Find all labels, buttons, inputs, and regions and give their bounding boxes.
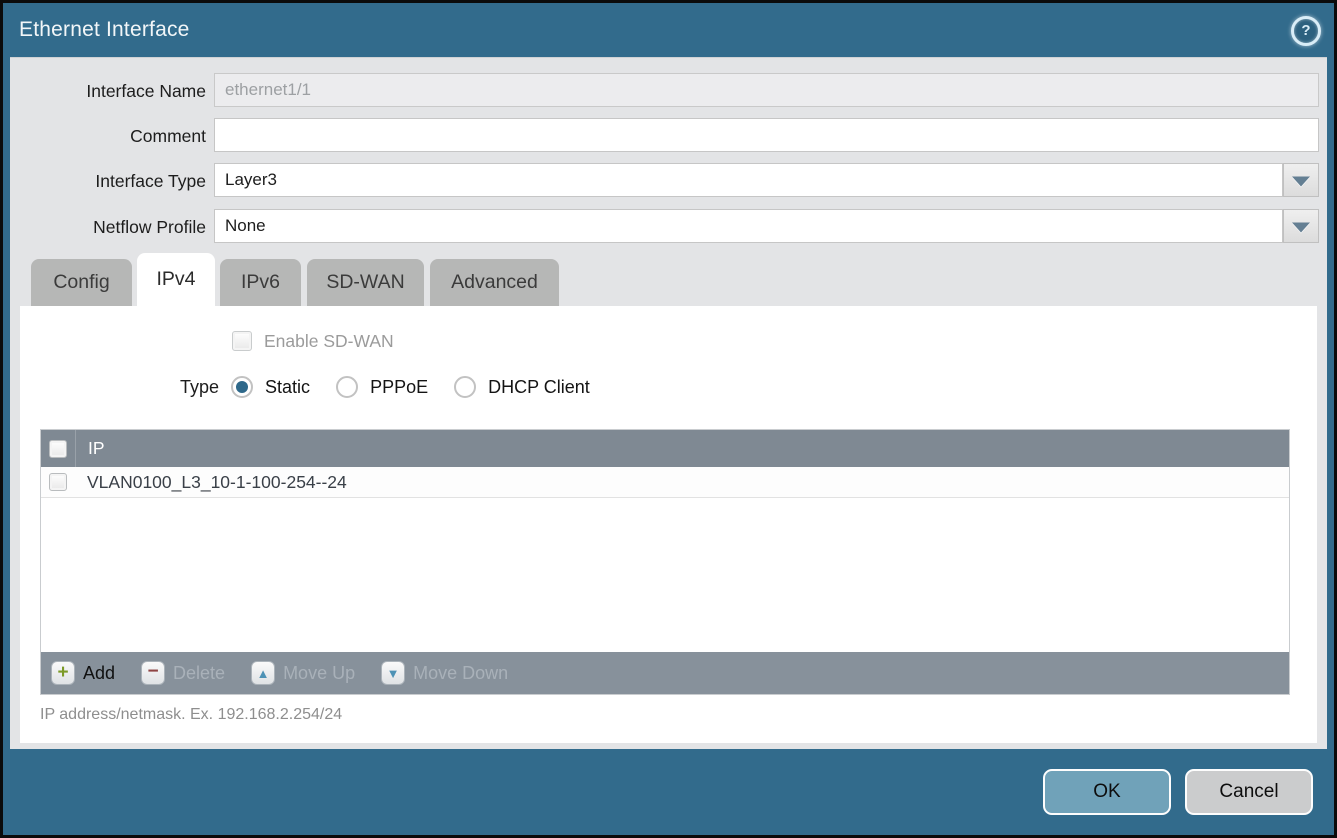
tab-advanced[interactable]: Advanced xyxy=(430,259,559,306)
ethernet-interface-dialog: Ethernet Interface ? Interface Name Comm… xyxy=(0,0,1337,838)
netflow-profile-select[interactable] xyxy=(214,209,1283,243)
interface-name-label: Interface Name xyxy=(10,73,206,109)
help-icon[interactable]: ? xyxy=(1291,16,1321,46)
enable-sdwan-checkbox[interactable] xyxy=(232,331,252,351)
radio-static[interactable] xyxy=(231,376,253,398)
table-row[interactable]: VLAN0100_L3_10-1-100-254--24 xyxy=(41,467,1289,498)
cancel-button[interactable]: Cancel xyxy=(1185,769,1313,815)
select-all-checkbox[interactable] xyxy=(49,440,67,458)
interface-type-row: Interface Type xyxy=(10,163,1319,199)
radio-pppoe[interactable] xyxy=(336,376,358,398)
interface-type-select[interactable] xyxy=(214,163,1283,197)
interface-type-dropdown-button[interactable] xyxy=(1283,163,1319,197)
radio-pppoe-label: PPPoE xyxy=(370,377,428,398)
tab-config[interactable]: Config xyxy=(31,259,132,306)
ip-row-value: VLAN0100_L3_10-1-100-254--24 xyxy=(75,472,347,493)
move-down-button[interactable]: ▼ Move Down xyxy=(381,661,508,685)
tab-ipv4[interactable]: IPv4 xyxy=(137,253,215,311)
interface-type-label: Interface Type xyxy=(10,163,206,199)
dialog-footer: OK Cancel xyxy=(3,749,1334,835)
type-label: Type xyxy=(180,377,219,398)
chevron-down-icon xyxy=(1292,223,1310,233)
radio-dhcp-client-label: DHCP Client xyxy=(488,377,590,398)
interface-name-field xyxy=(214,73,1319,107)
add-icon: + xyxy=(51,661,75,685)
delete-icon: − xyxy=(141,661,165,685)
delete-button[interactable]: − Delete xyxy=(141,661,225,685)
type-radio-group: Type Static PPPoE DHCP Client xyxy=(180,372,590,402)
ip-format-hint: IP address/netmask. Ex. 192.168.2.254/24 xyxy=(40,706,342,724)
comment-row: Comment xyxy=(10,118,1319,154)
netflow-profile-dropdown-button[interactable] xyxy=(1283,209,1319,243)
ip-address-table: IP VLAN0100_L3_10-1-100-254--24 + Add xyxy=(40,429,1290,695)
ip-table-body: VLAN0100_L3_10-1-100-254--24 xyxy=(41,467,1289,652)
row-checkbox[interactable] xyxy=(49,473,67,491)
radio-static-label: Static xyxy=(265,377,310,398)
enable-sdwan-label: Enable SD-WAN xyxy=(264,331,394,352)
enable-sdwan-row: Enable SD-WAN xyxy=(232,328,394,354)
move-up-icon: ▲ xyxy=(251,661,275,685)
tab-ipv6[interactable]: IPv6 xyxy=(220,259,301,306)
interface-name-row: Interface Name xyxy=(10,73,1319,109)
dialog-title: Ethernet Interface xyxy=(19,18,190,42)
comment-label: Comment xyxy=(10,118,206,154)
netflow-profile-row: Netflow Profile xyxy=(10,209,1319,245)
radio-dhcp-client[interactable] xyxy=(454,376,476,398)
ipv4-tab-panel: Enable SD-WAN Type Static PPPoE DHCP Cli… xyxy=(20,306,1317,743)
move-down-icon: ▼ xyxy=(381,661,405,685)
ip-table-header: IP xyxy=(41,430,1289,467)
tab-sd-wan[interactable]: SD-WAN xyxy=(307,259,424,306)
comment-field[interactable] xyxy=(214,118,1319,152)
move-up-button[interactable]: ▲ Move Up xyxy=(251,661,355,685)
netflow-profile-label: Netflow Profile xyxy=(10,209,206,245)
add-button[interactable]: + Add xyxy=(51,661,115,685)
ip-column-header: IP xyxy=(76,438,105,459)
table-toolbar: + Add − Delete ▲ Move Up ▼ Move Down xyxy=(41,652,1289,694)
dialog-body: Interface Name Comment Interface Type xyxy=(10,57,1327,749)
dialog-titlebar: Ethernet Interface ? xyxy=(3,3,1334,57)
chevron-down-icon xyxy=(1292,177,1310,187)
ok-button[interactable]: OK xyxy=(1043,769,1171,815)
